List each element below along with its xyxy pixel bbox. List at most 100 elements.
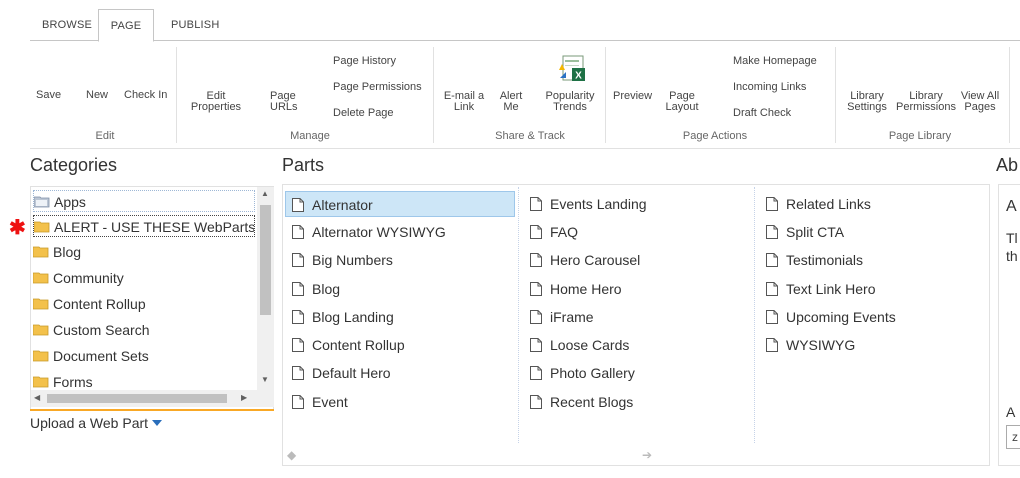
document-icon xyxy=(292,198,304,212)
part-related-links[interactable]: Related Links xyxy=(766,191,871,217)
part-label: Events Landing xyxy=(550,196,647,212)
draft-check-button[interactable]: Draft Check xyxy=(733,108,791,119)
document-icon xyxy=(292,395,304,409)
part-label: Text Link Hero xyxy=(786,281,876,297)
part-label: Alternator xyxy=(312,197,373,213)
part-iframe[interactable]: iFrame xyxy=(530,304,594,330)
scroll-up-icon[interactable]: ▲ xyxy=(261,189,269,198)
next-page-icon[interactable]: ➔ xyxy=(642,448,652,462)
category-forms[interactable]: Forms xyxy=(33,371,255,390)
share-track-group-label: Share & Track xyxy=(495,130,565,142)
document-icon xyxy=(292,366,304,380)
part-content-rollup[interactable]: Content Rollup xyxy=(292,332,405,358)
category-content-rollup[interactable]: Content Rollup xyxy=(33,293,255,315)
alert-me-button[interactable]: Alert Me xyxy=(496,91,526,113)
preview-button[interactable]: Preview xyxy=(613,91,652,102)
part-label: Content Rollup xyxy=(312,337,405,353)
vertical-scroll-thumb[interactable] xyxy=(260,205,271,315)
part-upcoming-events[interactable]: Upcoming Events xyxy=(766,304,896,330)
view-all-pages-label-2: Pages xyxy=(964,101,996,113)
scroll-left-icon[interactable]: ◀ xyxy=(34,393,40,402)
incoming-links-button[interactable]: Incoming Links xyxy=(733,82,806,93)
page-history-button[interactable]: Page History xyxy=(333,56,396,67)
new-button[interactable]: New xyxy=(86,90,108,101)
part-recent-blogs[interactable]: Recent Blogs xyxy=(530,389,633,415)
category-label: Apps xyxy=(54,194,86,210)
categories-list: Apps ALERT - USE THESE WebParts Blog Com… xyxy=(31,187,257,390)
part-testimonials[interactable]: Testimonials xyxy=(766,247,863,273)
category-label: Content Rollup xyxy=(53,296,146,312)
category-community[interactable]: Community xyxy=(33,267,255,289)
document-icon xyxy=(766,282,778,296)
part-faq[interactable]: FAQ xyxy=(530,219,578,245)
document-icon xyxy=(292,225,304,239)
part-loose-cards[interactable]: Loose Cards xyxy=(530,332,629,358)
scroll-down-icon[interactable]: ▼ xyxy=(261,375,269,384)
folder-icon xyxy=(33,298,49,310)
category-alert-use-these-webparts[interactable]: ALERT - USE THESE WebParts xyxy=(33,215,255,237)
categories-horizontal-scrollbar[interactable]: ◀ ▶ xyxy=(31,390,274,407)
delete-page-button[interactable]: Delete Page xyxy=(333,108,394,119)
category-label: Community xyxy=(53,270,124,286)
part-home-hero[interactable]: Home Hero xyxy=(530,276,622,302)
category-blog[interactable]: Blog xyxy=(33,241,255,263)
category-custom-search[interactable]: Custom Search xyxy=(33,319,255,341)
group-divider xyxy=(605,47,606,143)
folder-icon xyxy=(34,221,50,233)
part-default-hero[interactable]: Default Hero xyxy=(292,360,391,386)
part-label: Split CTA xyxy=(786,224,845,240)
categories-vertical-scrollbar[interactable]: ▲ ▼ xyxy=(257,187,274,390)
page-library-group-label: Page Library xyxy=(888,130,952,142)
page-layout-button[interactable]: Page Layout xyxy=(665,91,699,113)
part-big-numbers[interactable]: Big Numbers xyxy=(292,247,393,273)
about-panel xyxy=(998,184,1020,466)
part-split-cta[interactable]: Split CTA xyxy=(766,219,844,245)
tab-browse[interactable]: BROWSE xyxy=(42,9,92,41)
part-hero-carousel[interactable]: Hero Carousel xyxy=(530,247,640,273)
document-icon xyxy=(292,253,304,267)
part-blog-landing[interactable]: Blog Landing xyxy=(292,304,394,330)
scroll-right-icon[interactable]: ▶ xyxy=(241,393,247,402)
document-icon xyxy=(766,197,778,211)
part-blog[interactable]: Blog xyxy=(292,276,340,302)
view-all-pages-button[interactable]: View All Pages xyxy=(958,91,1002,113)
save-button[interactable]: Save xyxy=(36,90,61,101)
document-icon xyxy=(530,225,542,239)
email-link-label-2: Link xyxy=(453,101,475,113)
part-label: WYSIWYG xyxy=(786,337,856,353)
part-alternator[interactable]: Alternator xyxy=(285,191,515,217)
part-label: Blog xyxy=(312,281,341,297)
library-permissions-button[interactable]: Library Permissions xyxy=(896,91,956,113)
page-permissions-button[interactable]: Page Permissions xyxy=(333,82,422,93)
previous-page-icon[interactable]: ◆ xyxy=(287,448,296,462)
folder-icon xyxy=(33,324,49,336)
make-homepage-button[interactable]: Make Homepage xyxy=(733,56,817,67)
part-photo-gallery[interactable]: Photo Gallery xyxy=(530,360,635,386)
part-events-landing[interactable]: Events Landing xyxy=(530,191,647,217)
document-icon xyxy=(530,366,542,380)
page-urls-button[interactable]: Page URLs xyxy=(270,91,298,113)
part-text-link-hero[interactable]: Text Link Hero xyxy=(766,276,875,302)
category-apps[interactable]: Apps xyxy=(33,190,255,212)
document-icon xyxy=(530,253,542,267)
tab-page[interactable]: PAGE xyxy=(98,9,154,42)
horizontal-scroll-thumb[interactable] xyxy=(47,394,227,403)
popularity-trends-button[interactable]: Popularity Trends xyxy=(536,91,604,113)
tab-publish[interactable]: PUBLISH xyxy=(171,9,219,41)
document-icon xyxy=(292,282,304,296)
column-divider xyxy=(754,187,755,443)
email-link-button[interactable]: E-mail a Link xyxy=(440,91,488,113)
about-description-line-2: th xyxy=(1006,248,1018,264)
check-in-button[interactable]: Check In xyxy=(124,90,167,101)
zone-select[interactable]: z xyxy=(1006,425,1020,449)
category-document-sets[interactable]: Document Sets xyxy=(33,345,255,367)
upload-web-part-button[interactable]: Upload a Web Part xyxy=(30,415,163,431)
part-alternator-wysiwyg[interactable]: Alternator WYSIWYG xyxy=(292,219,446,245)
document-icon xyxy=(530,310,542,324)
part-event[interactable]: Event xyxy=(292,389,348,415)
library-settings-button[interactable]: Library Settings xyxy=(844,91,890,113)
part-wysiwyg[interactable]: WYSIWYG xyxy=(766,332,855,358)
group-divider xyxy=(1009,47,1010,143)
edit-properties-button[interactable]: Edit Properties xyxy=(186,91,246,113)
document-icon xyxy=(530,338,542,352)
